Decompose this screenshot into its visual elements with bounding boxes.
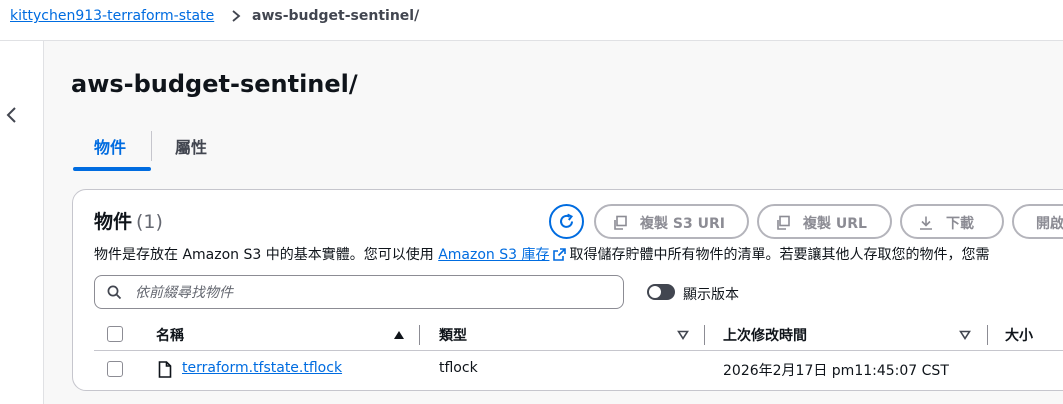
- objects-heading: 物件 (1): [94, 207, 163, 234]
- tab-divider: [151, 131, 152, 161]
- column-header-name[interactable]: 名稱: [156, 325, 184, 345]
- refresh-button[interactable]: [549, 204, 584, 239]
- object-type: tflock: [439, 360, 478, 376]
- description-text-after: 取得儲存貯體中所有物件的清單。若要讓其他人存取您的物件，您需: [569, 247, 990, 263]
- column-separator[interactable]: [419, 325, 420, 345]
- download-button[interactable]: 下載: [900, 204, 1004, 239]
- caret-down-icon[interactable]: [959, 330, 971, 340]
- copy-s3-uri-label: 複製 S3 URI: [640, 216, 725, 232]
- open-label: 開啟: [1036, 216, 1063, 232]
- description-text-before: 物件是存放在 Amazon S3 中的基本實體。您可以使用: [94, 247, 434, 263]
- toggle-knob: [649, 286, 661, 298]
- copy-url-label: 複製 URL: [803, 216, 867, 232]
- search-input[interactable]: [133, 281, 617, 305]
- show-versions-toggle[interactable]: [647, 284, 675, 300]
- breadcrumb: kittychen913-terraform-state aws-budget-…: [0, 0, 1063, 41]
- breadcrumb-current: aws-budget-sentinel/: [252, 8, 420, 24]
- open-button[interactable]: 開啟: [1012, 204, 1063, 239]
- tab-properties[interactable]: 屬性: [175, 134, 207, 158]
- show-versions-label: 顯示版本: [683, 287, 739, 303]
- search-icon: [107, 285, 122, 300]
- object-last-modified: 2026年2月17日 pm11:45:07 CST: [723, 363, 949, 379]
- refresh-icon: [560, 213, 574, 228]
- chevron-left-icon[interactable]: [4, 105, 18, 125]
- side-navigation-rail: [0, 41, 44, 404]
- page-title: aws-budget-sentinel/: [71, 70, 358, 98]
- copy-icon: [614, 215, 627, 230]
- caret-down-icon[interactable]: [677, 330, 689, 340]
- objects-count: (1): [136, 211, 163, 233]
- breadcrumb-bucket-link[interactable]: kittychen913-terraform-state: [10, 8, 214, 24]
- download-label: 下載: [946, 216, 974, 232]
- objects-heading-label: 物件: [94, 211, 133, 233]
- select-all-checkbox[interactable]: [107, 326, 123, 342]
- object-name-link[interactable]: terraform.tfstate.tflock: [182, 360, 342, 376]
- column-header-size[interactable]: 大小: [1005, 325, 1033, 345]
- copy-icon: [777, 215, 790, 230]
- objects-description: 物件是存放在 Amazon S3 中的基本實體。您可以使用 Amazon S3 …: [94, 244, 1063, 264]
- download-icon: [920, 216, 932, 230]
- external-link-icon: [553, 248, 567, 261]
- column-separator[interactable]: [987, 325, 988, 345]
- amazon-s3-inventory-link[interactable]: Amazon S3 庫存: [438, 247, 549, 263]
- chevron-right-icon: [232, 10, 241, 22]
- column-header-last-modified[interactable]: 上次修改時間: [723, 325, 807, 345]
- column-separator[interactable]: [704, 325, 705, 345]
- column-header-type[interactable]: 類型: [439, 325, 467, 345]
- active-tab-indicator: [73, 167, 151, 171]
- copy-url-button[interactable]: 複製 URL: [757, 204, 892, 239]
- caret-up-icon[interactable]: [393, 330, 405, 340]
- file-icon: [158, 361, 172, 378]
- search-field[interactable]: [94, 275, 624, 309]
- tab-objects[interactable]: 物件: [94, 134, 126, 158]
- table-header-divider: [94, 350, 1063, 351]
- copy-s3-uri-button[interactable]: 複製 S3 URI: [594, 204, 749, 239]
- row-select-checkbox[interactable]: [107, 361, 123, 377]
